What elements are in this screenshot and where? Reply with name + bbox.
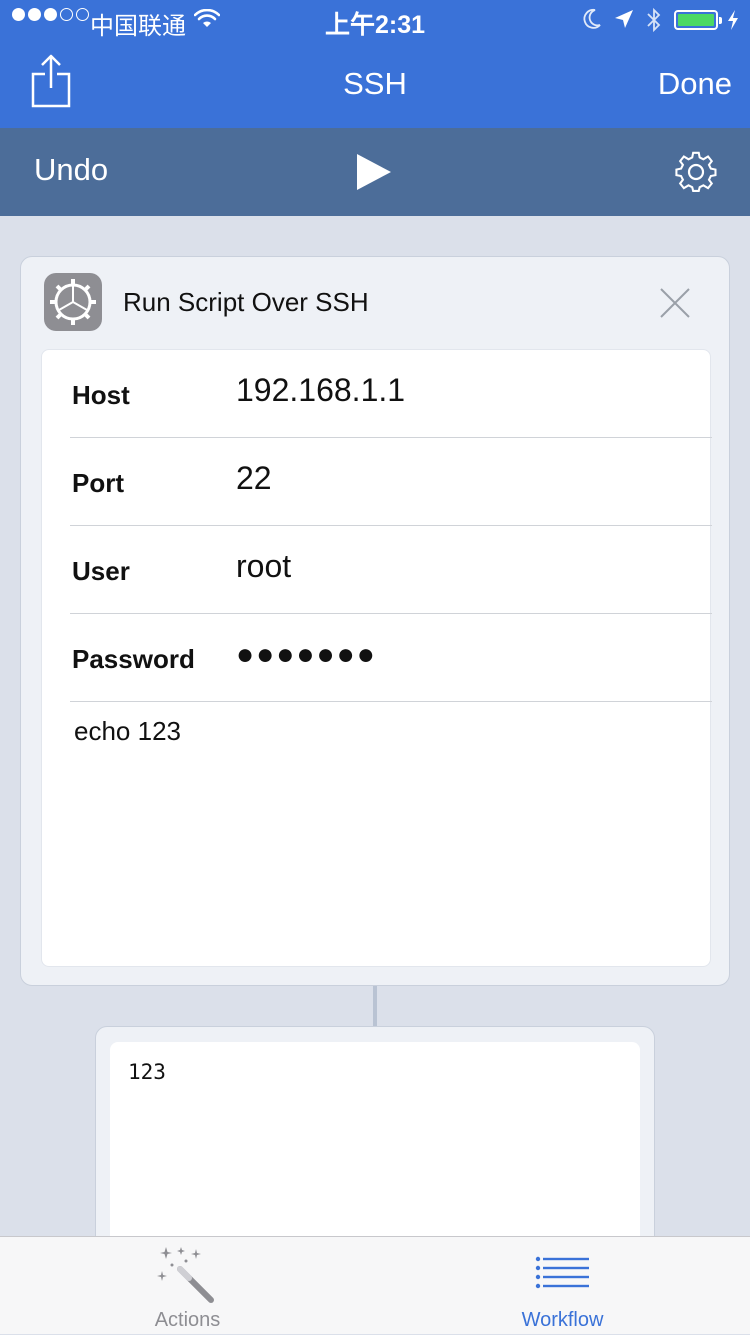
settings-gear-button[interactable] bbox=[674, 150, 718, 194]
done-button[interactable]: Done bbox=[658, 66, 732, 102]
port-field[interactable] bbox=[236, 460, 676, 497]
undo-button[interactable]: Undo bbox=[34, 152, 108, 188]
output-text: 123 bbox=[128, 1060, 166, 1084]
moon-icon bbox=[583, 9, 601, 29]
host-row: Host bbox=[70, 350, 712, 438]
workflow-connector bbox=[373, 986, 377, 1026]
tab-actions[interactable]: Actions bbox=[0, 1237, 375, 1335]
location-arrow-icon bbox=[615, 10, 633, 28]
host-field[interactable] bbox=[236, 372, 676, 409]
script-textarea[interactable]: echo 123 bbox=[74, 716, 674, 946]
action-card-run-script-over-ssh[interactable]: Run Script Over SSH Host Port User Passw… bbox=[20, 256, 730, 986]
status-time: 上午2:31 bbox=[324, 11, 426, 39]
gear-icon bbox=[44, 273, 102, 331]
play-button[interactable] bbox=[355, 152, 393, 192]
host-label: Host bbox=[72, 380, 130, 410]
tab-workflow[interactable]: Workflow bbox=[375, 1237, 750, 1335]
charging-bolt-icon bbox=[728, 10, 738, 30]
password-row: Password bbox=[70, 614, 712, 702]
password-label: Password bbox=[72, 644, 195, 674]
tab-workflow-label: Workflow bbox=[521, 1309, 604, 1331]
user-label: User bbox=[72, 556, 130, 586]
ssh-parameters-form: Host Port User Password echo 123 bbox=[41, 349, 712, 967]
output-card[interactable]: 123 bbox=[95, 1026, 655, 1272]
bluetooth-icon bbox=[647, 7, 661, 33]
magic-wand-icon bbox=[157, 1247, 214, 1303]
password-field[interactable] bbox=[236, 638, 676, 672]
action-title: Run Script Over SSH bbox=[123, 287, 369, 317]
list-icon bbox=[535, 1256, 589, 1289]
user-row: User bbox=[70, 526, 712, 614]
battery-icon bbox=[674, 10, 722, 30]
tab-bar: Actions Workflow bbox=[0, 1236, 750, 1334]
user-field[interactable] bbox=[236, 548, 676, 585]
navigation-bar: 中国联通 上午2:31 SSH Done bbox=[0, 0, 750, 128]
page-title: SSH bbox=[343, 66, 407, 101]
tab-actions-label: Actions bbox=[154, 1309, 221, 1331]
port-label: Port bbox=[72, 468, 124, 498]
editor-toolbar: Undo bbox=[0, 128, 750, 216]
port-row: Port bbox=[70, 438, 712, 526]
status-bar: 中国联通 上午2:31 bbox=[0, 0, 750, 40]
close-icon[interactable] bbox=[658, 286, 692, 320]
